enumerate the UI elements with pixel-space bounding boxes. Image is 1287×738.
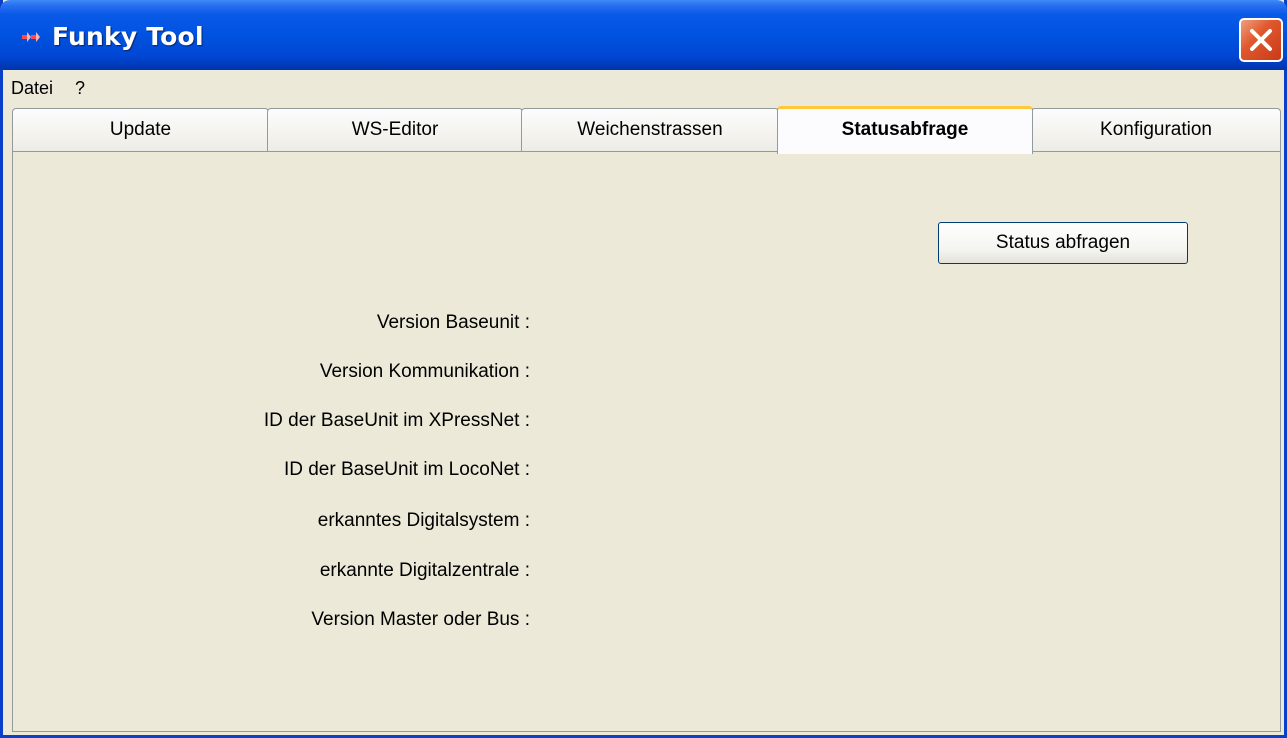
tab-ws-editor[interactable]: WS-Editor xyxy=(267,108,523,152)
window-title: Funky Tool xyxy=(52,22,204,51)
label-digitalzentrale: erkannte Digitalzentrale : xyxy=(319,560,530,581)
tab-bar: Update WS-Editor Weichenstrassen Statusa… xyxy=(12,106,1282,154)
tab-statusabfrage[interactable]: Statusabfrage xyxy=(777,106,1033,154)
label-id-loconet: ID der BaseUnit im LocoNet : xyxy=(283,459,530,480)
close-icon xyxy=(1250,29,1272,51)
menu-help[interactable]: ? xyxy=(75,78,85,99)
label-version-kommunikation: Version Kommunikation : xyxy=(319,361,530,382)
label-version-baseunit: Version Baseunit : xyxy=(376,312,530,333)
label-version-master-bus: Version Master oder Bus : xyxy=(311,609,530,630)
menu-bar: Datei ? xyxy=(3,70,1284,104)
close-button[interactable] xyxy=(1239,18,1283,62)
tab-konfiguration[interactable]: Konfiguration xyxy=(1031,108,1281,152)
app-window: Funky Tool Datei ? Update WS-Editor Weic… xyxy=(0,0,1287,738)
tab-weichenstrassen[interactable]: Weichenstrassen xyxy=(521,108,779,152)
statusabfrage-panel: Status abfragen Version Baseunit : Versi… xyxy=(12,151,1281,732)
status-abfragen-button[interactable]: Status abfragen xyxy=(938,222,1188,264)
menu-datei[interactable]: Datei xyxy=(11,78,53,99)
label-digitalsystem: erkanntes Digitalsystem : xyxy=(317,510,530,531)
title-bar[interactable]: Funky Tool xyxy=(0,0,1287,70)
app-icon xyxy=(22,32,40,42)
tab-update[interactable]: Update xyxy=(12,108,269,152)
label-id-xpressnet: ID der BaseUnit im XPressNet : xyxy=(263,410,530,431)
